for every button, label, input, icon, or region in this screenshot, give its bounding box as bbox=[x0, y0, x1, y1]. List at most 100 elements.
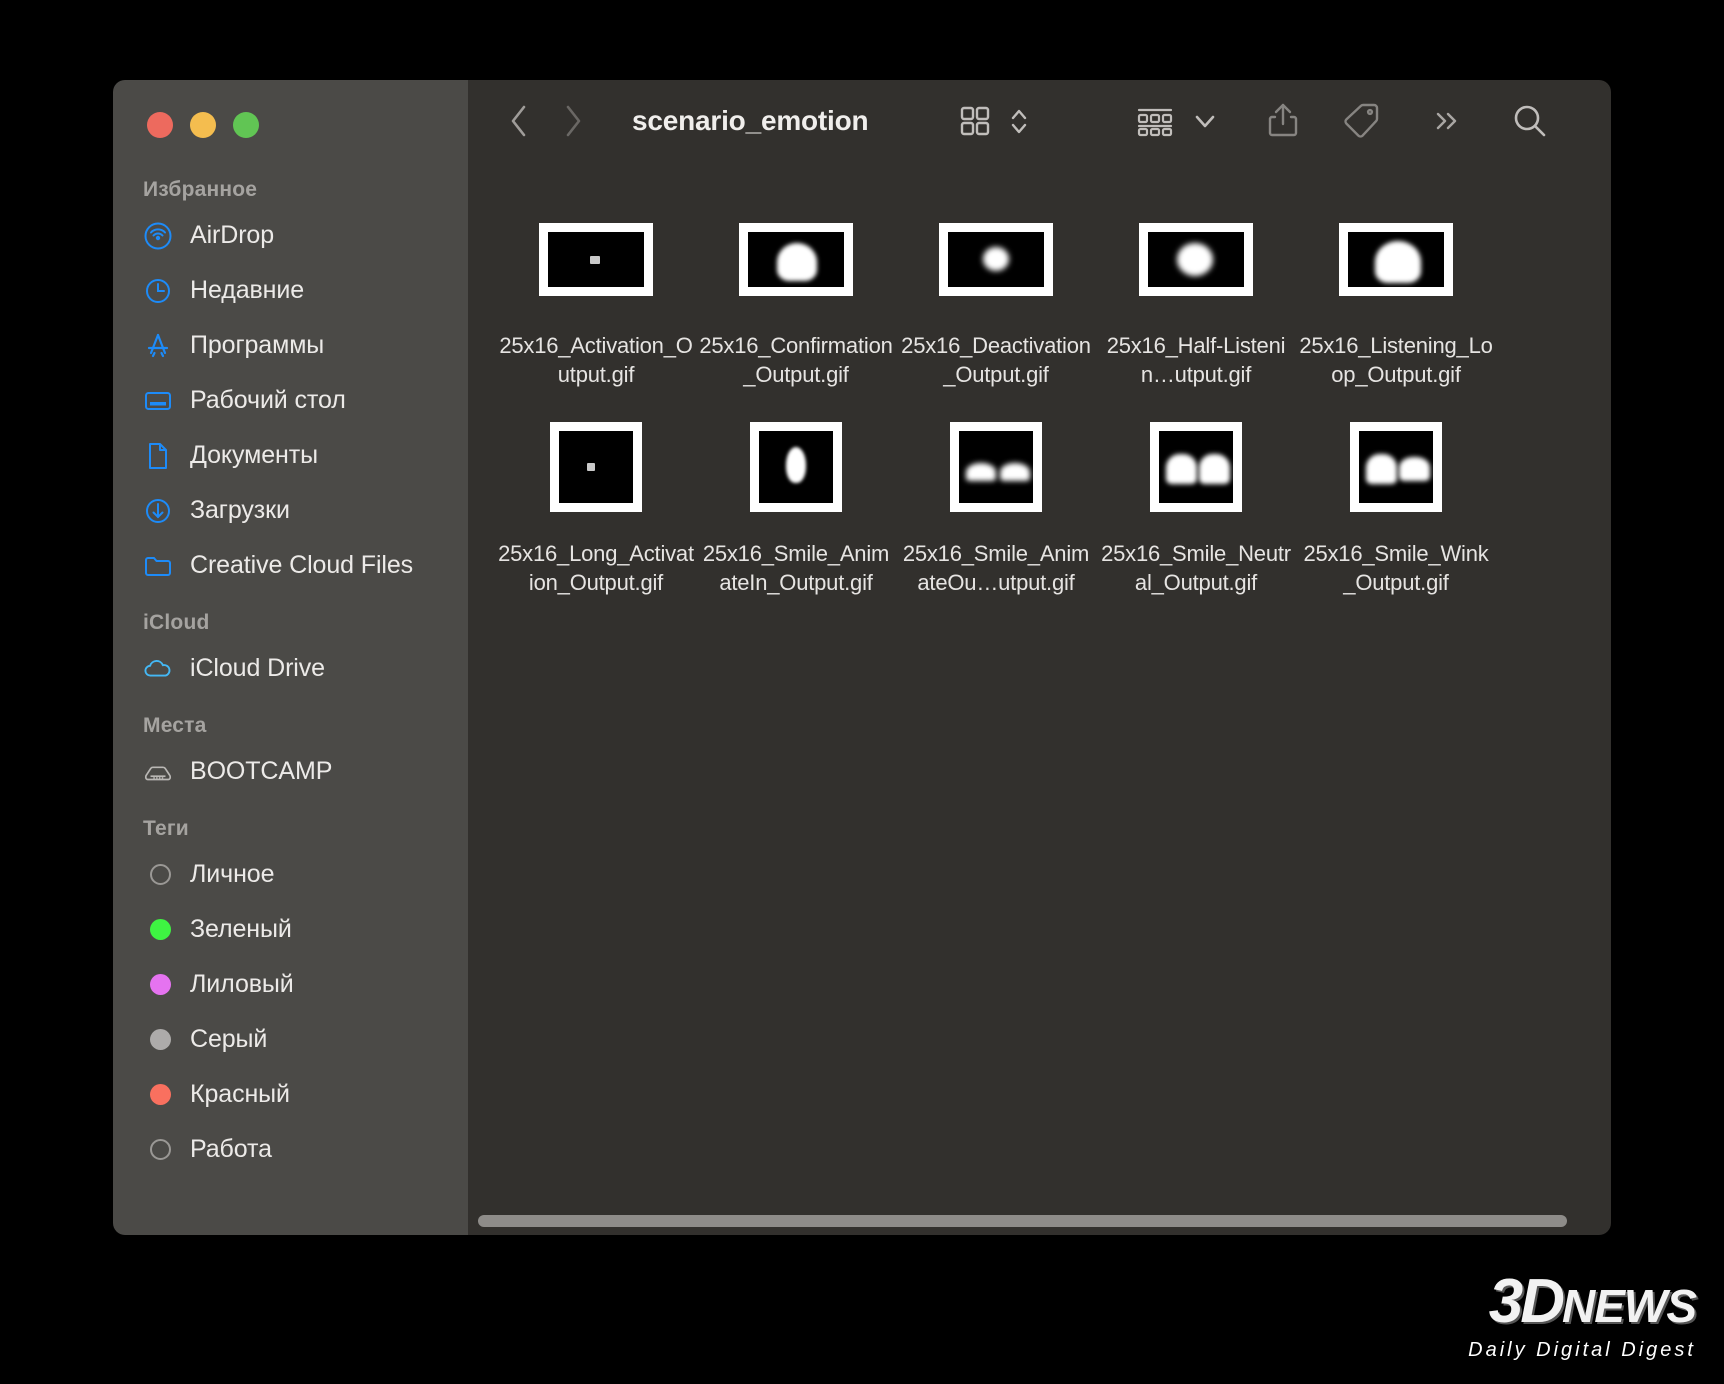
sidebar-item-label: AirDrop bbox=[190, 221, 275, 249]
watermark-logo: 3DNEWS bbox=[1468, 1271, 1697, 1337]
tag-dot-icon bbox=[143, 860, 173, 890]
downloads-icon bbox=[143, 496, 173, 526]
file-thumbnail bbox=[750, 407, 842, 527]
sidebar-section-tags-title: Теги bbox=[143, 817, 189, 840]
harddisk-icon bbox=[143, 757, 173, 787]
file-thumbnail bbox=[1150, 407, 1242, 527]
file-item[interactable]: 25x16_Activation_Output.gif bbox=[496, 199, 696, 389]
desktop-icon bbox=[143, 386, 173, 416]
document-icon bbox=[143, 441, 173, 471]
sidebar-item-label: Красный bbox=[190, 1080, 290, 1108]
sidebar-item-label: Серый bbox=[190, 1025, 268, 1053]
file-item[interactable]: 25x16_Listening_Loop_Output.gif bbox=[1296, 199, 1496, 389]
file-item[interactable]: 25x16_Half-Listenin…utput.gif bbox=[1096, 199, 1296, 389]
sidebar-item-label: Работа bbox=[190, 1135, 272, 1163]
watermark: 3DNEWS Daily Digital Digest bbox=[1468, 1271, 1697, 1362]
sidebar-item-label: iCloud Drive bbox=[190, 654, 325, 682]
sidebar-item-label: Лиловый bbox=[190, 970, 294, 998]
file-item[interactable]: 25x16_Smile_AnimateOu…utput.gif bbox=[896, 407, 1096, 597]
tag-dot-icon bbox=[143, 1080, 173, 1110]
forward-button[interactable] bbox=[560, 102, 586, 140]
minimize-button[interactable] bbox=[190, 112, 216, 138]
screen: Избранное AirDrop Недавние Программы Раб… bbox=[0, 0, 1724, 1384]
sidebar-item-tag-purple[interactable]: Лиловый bbox=[113, 957, 468, 1012]
sidebar-section-icloud-title: iCloud bbox=[143, 611, 210, 634]
file-name: 25x16_Listening_Loop_Output.gif bbox=[1299, 333, 1493, 387]
sidebar-item-tag-red[interactable]: Красный bbox=[113, 1067, 468, 1122]
file-name: 25x16_Smile_AnimateOu…utput.gif bbox=[902, 541, 1090, 595]
sidebar-item-label: Загрузки bbox=[190, 496, 290, 524]
sidebar-section-favorites-title: Избранное bbox=[143, 178, 258, 201]
watermark-tagline: Daily Digital Digest bbox=[1468, 1339, 1696, 1361]
tag-icon[interactable] bbox=[1340, 100, 1382, 142]
sidebar-section-locations-title: Места bbox=[143, 714, 207, 737]
file-thumbnail bbox=[550, 407, 642, 527]
file-thumbnail bbox=[739, 199, 853, 319]
file-item[interactable]: 25x16_Smile_Neutral_Output.gif bbox=[1096, 407, 1296, 597]
grid-view-icon[interactable] bbox=[956, 102, 994, 140]
horizontal-scrollbar[interactable] bbox=[468, 1215, 1611, 1227]
more-chevrons-icon[interactable] bbox=[1430, 102, 1464, 140]
maximize-button[interactable] bbox=[233, 112, 259, 138]
sidebar-item-label: Зеленый bbox=[190, 915, 292, 943]
sidebar-item-tag-personal[interactable]: Личное bbox=[113, 847, 468, 902]
file-thumbnail bbox=[950, 407, 1042, 527]
window-controls bbox=[113, 80, 468, 138]
sidebar: Избранное AirDrop Недавние Программы Раб… bbox=[113, 80, 468, 1235]
file-grid-area[interactable]: 25x16_Activation_Output.gif 25x16_Confir… bbox=[468, 161, 1611, 1235]
file-thumbnail bbox=[1350, 407, 1442, 527]
group-view-icon[interactable] bbox=[1134, 102, 1176, 140]
navigation-buttons bbox=[506, 102, 586, 140]
file-name: 25x16_Smile_AnimateIn_Output.gif bbox=[702, 541, 890, 595]
sort-chevrons-icon[interactable] bbox=[1008, 102, 1030, 140]
sidebar-item-downloads[interactable]: Загрузки bbox=[113, 483, 468, 538]
search-icon[interactable] bbox=[1510, 101, 1550, 141]
tag-dot-icon bbox=[143, 1135, 173, 1165]
file-item[interactable]: 25x16_Smile_Wink_Output.gif bbox=[1296, 407, 1496, 597]
sidebar-item-tag-gray[interactable]: Серый bbox=[113, 1012, 468, 1067]
sidebar-item-bootcamp[interactable]: BOOTCAMP bbox=[113, 744, 468, 799]
sidebar-item-label: Creative Cloud Files bbox=[190, 551, 414, 579]
tag-dot-icon bbox=[143, 915, 173, 945]
file-item[interactable]: 25x16_Confirmation_Output.gif bbox=[696, 199, 896, 389]
sidebar-item-label: Недавние bbox=[190, 276, 305, 304]
file-thumbnail bbox=[539, 199, 653, 319]
file-item[interactable]: 25x16_Long_Activation_Output.gif bbox=[496, 407, 696, 597]
file-name: 25x16_Activation_Output.gif bbox=[499, 333, 693, 387]
watermark-logo-text: 3D bbox=[1488, 1267, 1565, 1336]
sidebar-item-creative-cloud-files[interactable]: Creative Cloud Files bbox=[113, 538, 468, 593]
airdrop-icon bbox=[143, 221, 173, 251]
sidebar-item-icloud-drive[interactable]: iCloud Drive bbox=[113, 641, 468, 696]
sidebar-item-tag-work[interactable]: Работа bbox=[113, 1122, 468, 1177]
sidebar-item-label: Личное bbox=[190, 860, 275, 888]
tag-dot-icon bbox=[143, 1025, 173, 1055]
file-name: 25x16_Confirmation_Output.gif bbox=[699, 333, 893, 387]
sidebar-item-tag-green[interactable]: Зеленый bbox=[113, 902, 468, 957]
watermark-logo-suffix: NEWS bbox=[1562, 1280, 1697, 1332]
finder-window: Избранное AirDrop Недавние Программы Раб… bbox=[113, 80, 1611, 1235]
file-item[interactable]: 25x16_Smile_AnimateIn_Output.gif bbox=[696, 407, 896, 597]
scrollbar-thumb[interactable] bbox=[478, 1215, 1568, 1227]
back-button[interactable] bbox=[506, 102, 532, 140]
sidebar-item-documents[interactable]: Документы bbox=[113, 428, 468, 483]
sidebar-item-applications[interactable]: Программы bbox=[113, 318, 468, 373]
clock-icon bbox=[143, 276, 173, 306]
sidebar-item-desktop[interactable]: Рабочий стол bbox=[113, 373, 468, 428]
chevron-down-icon[interactable] bbox=[1192, 102, 1218, 140]
file-thumbnail bbox=[1139, 199, 1253, 319]
file-name: 25x16_Long_Activation_Output.gif bbox=[498, 541, 694, 595]
sidebar-item-airdrop[interactable]: AirDrop bbox=[113, 208, 468, 263]
share-icon[interactable] bbox=[1264, 100, 1302, 142]
file-grid: 25x16_Activation_Output.gif 25x16_Confir… bbox=[468, 199, 1611, 597]
content-pane: scenario_emotion 25x16_Activation_Output… bbox=[468, 80, 1611, 1235]
file-thumbnail bbox=[1339, 199, 1453, 319]
page-title: scenario_emotion bbox=[632, 104, 869, 136]
file-name: 25x16_Smile_Wink_Output.gif bbox=[1303, 541, 1489, 595]
tag-dot-icon bbox=[143, 970, 173, 1000]
sidebar-item-label: Программы bbox=[190, 331, 325, 359]
close-button[interactable] bbox=[147, 112, 173, 138]
sidebar-item-label: Рабочий стол bbox=[190, 386, 346, 414]
sidebar-item-recents[interactable]: Недавние bbox=[113, 263, 468, 318]
file-item[interactable]: 25x16_Deactivation_Output.gif bbox=[896, 199, 1096, 389]
sidebar-list: Избранное AirDrop Недавние Программы Раб… bbox=[113, 138, 468, 1177]
